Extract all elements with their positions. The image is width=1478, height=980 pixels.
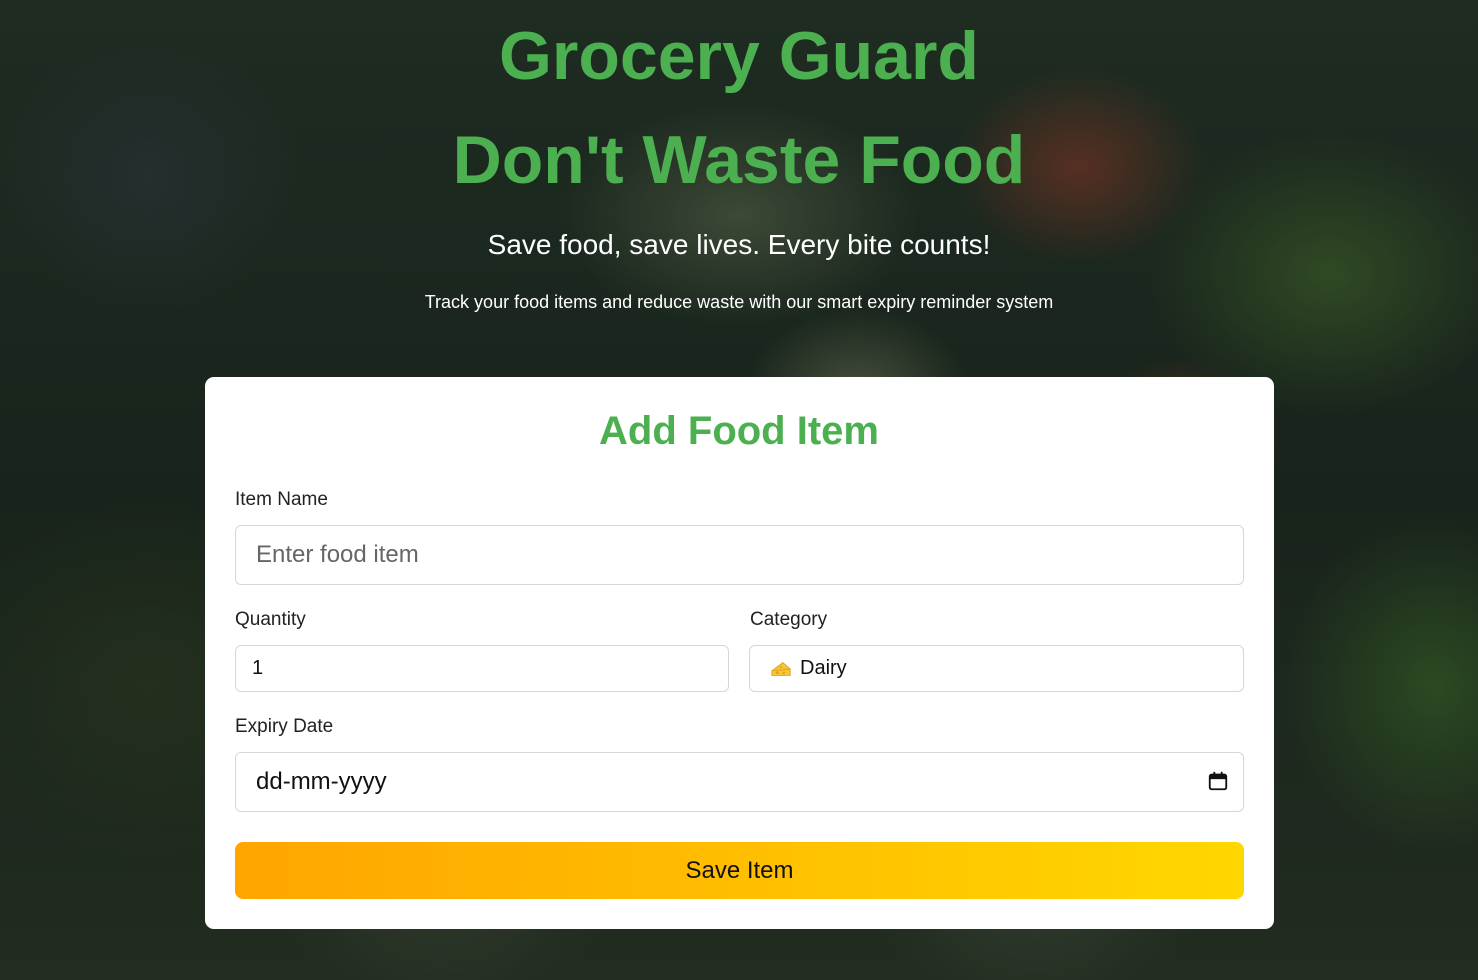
category-select[interactable]: Dairy [749,645,1244,692]
expiry-label: Expiry Date [235,716,334,737]
save-item-button[interactable]: Save Item [235,842,1244,899]
form-title: Add Food Item [599,409,879,453]
item-name-field[interactable] [235,525,1244,585]
quantity-label: Quantity [235,609,306,630]
item-name-input[interactable] [256,541,1223,569]
item-name-label: Item Name [235,489,328,510]
page: Grocery Guard Don't Waste Food Save food… [0,0,1478,980]
quantity-input[interactable] [252,657,712,680]
quantity-field[interactable] [235,645,729,692]
category-value: Dairy [800,657,847,679]
expiry-date-field[interactable]: dd-mm-yyyy [235,752,1244,812]
calendar-icon[interactable] [1207,770,1229,792]
subtext: Track your food items and reduce waste w… [424,292,1054,312]
tagline: Save food, save lives. Every bite counts… [487,229,991,260]
cheese-icon [771,661,791,676]
expiry-date-placeholder: dd-mm-yyyy [256,768,387,795]
brand-title: Grocery Guard [499,18,979,94]
category-label: Category [750,609,828,630]
headline: Don't Waste Food [452,122,1026,198]
